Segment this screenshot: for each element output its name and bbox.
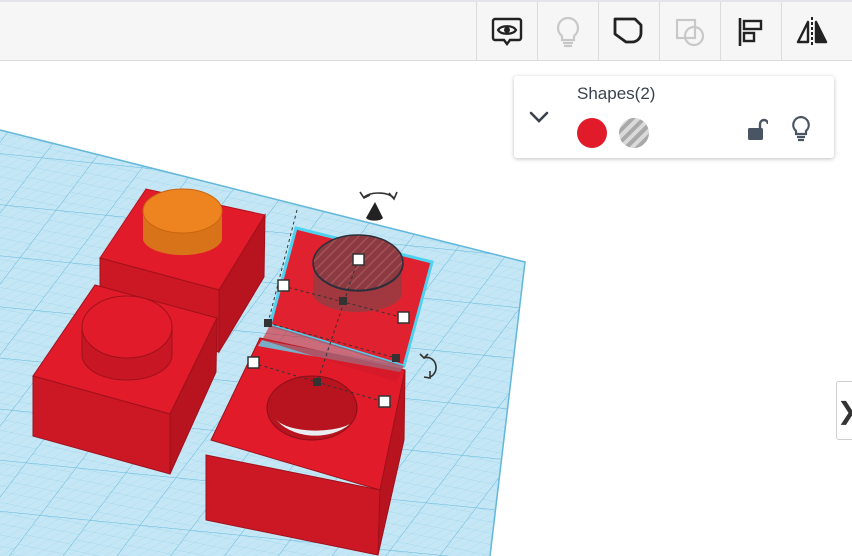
edge-handle[interactable] <box>313 378 321 386</box>
group-button[interactable] <box>599 2 659 61</box>
resize-handle[interactable] <box>352 253 365 266</box>
edge-handle[interactable] <box>339 297 347 305</box>
shapes-inspector-panel: Shapes(2) <box>514 76 834 158</box>
align-button[interactable] <box>721 2 781 61</box>
top-toolbar <box>0 0 852 61</box>
solid-color-swatch[interactable] <box>577 118 607 148</box>
lightbulb-icon[interactable] <box>790 114 812 142</box>
hide-button[interactable] <box>538 2 598 61</box>
rotate-handle-top[interactable] <box>359 191 398 201</box>
chevron-down-icon[interactable] <box>528 106 550 128</box>
group-icon <box>613 17 643 43</box>
hole-swatch[interactable] <box>619 118 649 148</box>
mirror-button[interactable] <box>782 2 842 61</box>
show-all-icon <box>491 17 523 46</box>
lightbulb-icon <box>556 16 580 47</box>
unlock-icon[interactable] <box>746 116 768 142</box>
lift-cone-handle[interactable] <box>366 202 383 221</box>
show-all-button[interactable] <box>477 2 537 61</box>
edge-handle[interactable] <box>264 319 272 327</box>
chevron-right-icon: ❯ <box>837 397 852 425</box>
resize-handle[interactable] <box>277 279 290 292</box>
ungroup-icon <box>675 18 705 46</box>
shapes-count-title: Shapes(2) <box>577 84 656 103</box>
expand-side-panel-tab[interactable]: ❯ <box>836 381 852 440</box>
resize-handle[interactable] <box>397 311 410 324</box>
ungroup-button[interactable] <box>660 2 720 61</box>
mirror-icon <box>796 16 828 47</box>
resize-handle[interactable] <box>378 395 391 408</box>
resize-handle[interactable] <box>247 356 260 369</box>
align-icon <box>738 17 763 46</box>
edge-handle[interactable] <box>392 354 400 362</box>
